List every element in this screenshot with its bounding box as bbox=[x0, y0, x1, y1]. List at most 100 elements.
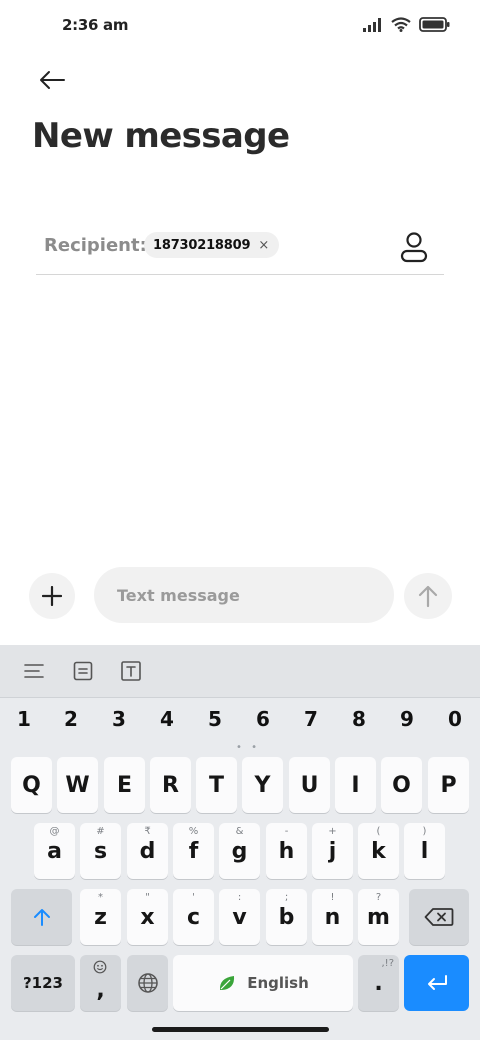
key-m[interactable]: ? m bbox=[358, 889, 399, 945]
key-v-label: v bbox=[232, 904, 247, 930]
emoji-comma-key[interactable]: , bbox=[80, 955, 121, 1011]
key-q[interactable]: Q bbox=[11, 757, 52, 813]
chip-remove-icon[interactable]: × bbox=[258, 238, 269, 253]
key-1[interactable]: 1 bbox=[0, 707, 48, 731]
attach-button[interactable] bbox=[29, 573, 75, 619]
key-9[interactable]: 9 bbox=[383, 707, 431, 731]
key-h[interactable]: -h bbox=[266, 823, 307, 879]
home-indicator[interactable] bbox=[152, 1027, 329, 1032]
text-message-input[interactable] bbox=[94, 567, 394, 623]
key-d-label: d bbox=[139, 838, 156, 864]
globe-icon bbox=[137, 973, 158, 993]
key-4[interactable]: 4 bbox=[143, 707, 191, 731]
text-box-icon bbox=[121, 661, 141, 681]
send-button[interactable] bbox=[404, 573, 452, 619]
key-a-alt: @ bbox=[49, 826, 60, 837]
number-row: 1 2 3 4 5 6 7 8 9 0 bbox=[0, 707, 480, 735]
key-b-label: b bbox=[278, 904, 295, 930]
key-e[interactable]: E bbox=[104, 757, 145, 813]
key-f-alt: % bbox=[188, 826, 199, 837]
key-0[interactable]: 0 bbox=[431, 707, 479, 731]
key-a[interactable]: @ a bbox=[34, 823, 75, 879]
key-n-alt: ! bbox=[330, 892, 335, 903]
battery-icon bbox=[419, 17, 450, 32]
key-p[interactable]: P bbox=[428, 757, 469, 813]
key-x[interactable]: " x bbox=[127, 889, 168, 945]
clipboard-button[interactable] bbox=[71, 659, 95, 683]
recipient-label: Recipient: bbox=[44, 235, 147, 256]
menu-lines-icon bbox=[24, 664, 44, 678]
plus-icon bbox=[42, 586, 62, 606]
enter-key[interactable] bbox=[404, 955, 469, 1011]
key-k[interactable]: (k bbox=[358, 823, 399, 879]
keyboard: 1 2 3 4 5 6 7 8 9 0 • • Q W E R T Y U I … bbox=[0, 645, 480, 1040]
key-n-label: n bbox=[324, 904, 341, 930]
key-w[interactable]: W bbox=[57, 757, 98, 813]
key-v[interactable]: :v bbox=[219, 889, 260, 945]
key-2[interactable]: 2 bbox=[47, 707, 95, 731]
key-l-label: l bbox=[420, 838, 429, 864]
key-g-alt: & bbox=[235, 826, 244, 837]
key-6[interactable]: 6 bbox=[239, 707, 287, 731]
key-t[interactable]: T bbox=[196, 757, 237, 813]
key-f[interactable]: % f bbox=[173, 823, 214, 879]
status-time: 2:36 am bbox=[62, 16, 129, 34]
key-7[interactable]: 7 bbox=[287, 707, 335, 731]
key-c-alt: ' bbox=[192, 892, 195, 903]
key-y[interactable]: Y bbox=[242, 757, 283, 813]
key-3[interactable]: 3 bbox=[95, 707, 143, 731]
contacts-button[interactable] bbox=[398, 230, 430, 264]
text-edit-button[interactable] bbox=[119, 659, 143, 683]
key-s[interactable]: # s bbox=[80, 823, 121, 879]
shift-key[interactable] bbox=[11, 889, 72, 945]
key-m-label: m bbox=[367, 904, 390, 930]
key-f-label: f bbox=[188, 838, 199, 864]
key-v-alt: : bbox=[237, 892, 242, 903]
recipient-row[interactable]: Recipient: 18730218809 × bbox=[36, 222, 444, 275]
key-j[interactable]: + j bbox=[312, 823, 353, 879]
key-5[interactable]: 5 bbox=[191, 707, 239, 731]
key-u[interactable]: U bbox=[289, 757, 330, 813]
key-r[interactable]: R bbox=[150, 757, 191, 813]
leaf-icon bbox=[220, 976, 235, 990]
key-s-label: s bbox=[93, 838, 108, 864]
keyboard-menu-button[interactable] bbox=[22, 659, 46, 683]
recipient-chip[interactable]: 18730218809 × bbox=[144, 232, 280, 258]
emoji-smiley-icon bbox=[93, 960, 107, 974]
signal-icon bbox=[363, 17, 381, 32]
key-n[interactable]: ! n bbox=[312, 889, 353, 945]
key-c-label: c bbox=[186, 904, 201, 930]
shift-arrow-icon bbox=[33, 909, 50, 926]
key-k-label: k bbox=[371, 838, 386, 864]
symbols-key[interactable]: ?123 bbox=[11, 955, 75, 1011]
status-bar: 2:36 am bbox=[0, 0, 480, 52]
key-b[interactable]: ; b bbox=[266, 889, 307, 945]
space-key[interactable]: English bbox=[173, 955, 353, 1011]
backspace-key[interactable] bbox=[409, 889, 469, 945]
back-button[interactable] bbox=[34, 62, 70, 98]
key-g-label: g bbox=[231, 838, 248, 864]
recipient-chip-number: 18730218809 bbox=[153, 237, 251, 253]
key-k-alt: ( bbox=[376, 826, 381, 837]
key-z[interactable]: * z bbox=[80, 889, 121, 945]
key-l-alt: ) bbox=[422, 826, 427, 837]
enter-return-icon bbox=[427, 975, 447, 990]
key-j-alt: + bbox=[328, 826, 337, 837]
contact-person-icon bbox=[400, 232, 428, 263]
key-d-alt: ₹ bbox=[144, 826, 151, 837]
key-o[interactable]: O bbox=[381, 757, 422, 813]
key-g[interactable]: & g bbox=[219, 823, 260, 879]
key-8[interactable]: 8 bbox=[335, 707, 383, 731]
page-title: New message bbox=[32, 116, 290, 156]
key-z-label: z bbox=[94, 904, 107, 930]
send-arrow-up-icon bbox=[418, 585, 438, 608]
key-i[interactable]: I bbox=[335, 757, 376, 813]
language-key[interactable] bbox=[127, 955, 168, 1011]
period-key[interactable]: ,!? . bbox=[358, 955, 399, 1011]
key-h-label: h bbox=[278, 838, 295, 864]
key-d[interactable]: ₹ d bbox=[127, 823, 168, 879]
key-c[interactable]: ' c bbox=[173, 889, 214, 945]
key-z-alt: * bbox=[98, 892, 103, 903]
key-h-alt: - bbox=[284, 826, 289, 837]
key-l[interactable]: ) l bbox=[404, 823, 445, 879]
